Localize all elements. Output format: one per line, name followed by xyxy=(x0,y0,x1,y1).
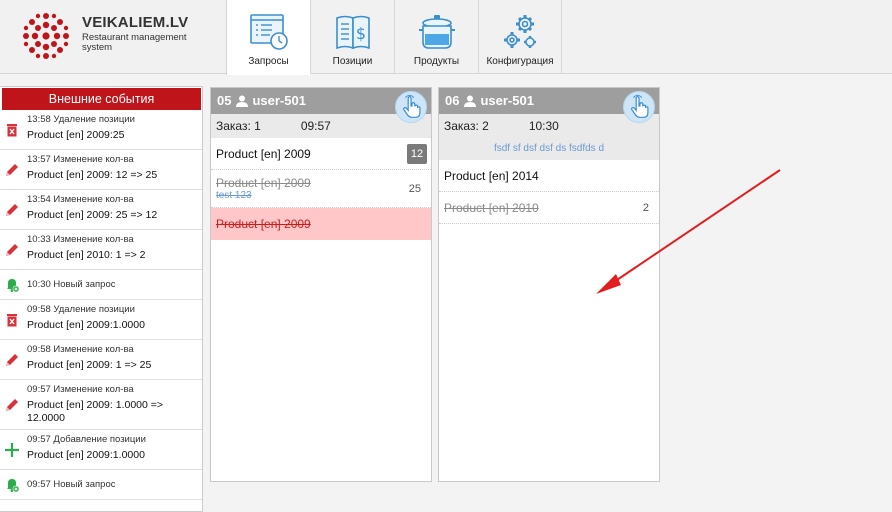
item-name: Product [en] 2009 xyxy=(216,176,311,190)
item-comment: test 123 xyxy=(216,190,252,201)
user-name: user-501 xyxy=(480,93,534,108)
event-body: Product [en] 2009:1.0000 xyxy=(27,449,145,461)
brand-subtitle: Restaurant management system xyxy=(82,32,187,53)
item-name: Product [en] 2014 xyxy=(444,168,539,183)
event-body: Product [en] 2009: 12 => 25 xyxy=(27,169,158,181)
event-body: Product [en] 2010: 1 => 2 xyxy=(27,249,146,261)
sidebar-title: Внешние события xyxy=(2,88,201,110)
order-number: Заказ: 2 xyxy=(444,119,489,133)
events-sidebar: Внешние события 13:58 Удаление позиции P… xyxy=(0,86,203,512)
order-card-header: 05 user-501 xyxy=(211,88,431,123)
order-time: 09:57 xyxy=(300,119,331,133)
order-item[interactable]: Product [en] 2010 2 xyxy=(439,192,659,224)
event-head: 09:57 Добавление позиции xyxy=(27,434,146,445)
event-item: 09:58 Изменение кол-ва Product [en] 2009… xyxy=(0,340,202,380)
requests-icon xyxy=(249,14,288,50)
main-nav: Запросы $ Позиции Продукты Конфигурация xyxy=(226,0,562,75)
nav-tab-label: Запросы xyxy=(248,56,289,67)
event-head: 09:58 Удаление позиции xyxy=(27,304,135,315)
event-item: 09:58 Удаление позиции Product [en] 2009… xyxy=(0,300,202,340)
order-item[interactable]: Product [en] 2009 xyxy=(211,208,431,240)
event-item: 09:57 Добавление позиции Product [en] 20… xyxy=(0,430,202,470)
event-item: 13:54 Изменение кол-ва Product [en] 2009… xyxy=(0,190,202,230)
pencil-icon xyxy=(6,203,18,216)
event-head: 13:57 Изменение кол-ва xyxy=(27,154,134,165)
event-body: Product [en] 2009: 25 => 12 xyxy=(27,209,158,221)
event-body: Product [en] 2009: 1.0000 => 12.0000 xyxy=(27,399,164,424)
event-body: Product [en] 2009:25 xyxy=(27,129,125,141)
event-head: 09:57 Новый запрос xyxy=(27,478,116,490)
cooking-pot-icon xyxy=(418,15,455,49)
delete-icon xyxy=(7,123,17,136)
pencil-icon xyxy=(6,163,18,176)
user-icon xyxy=(464,95,477,107)
event-item: 13:58 Удаление позиции Product [en] 2009… xyxy=(0,110,202,150)
event-item: 13:57 Изменение кол-ва Product [en] 2009… xyxy=(0,150,202,190)
bell-add-icon xyxy=(7,478,20,492)
event-head: 10:30 Новый запрос xyxy=(27,278,116,290)
table-number: 05 xyxy=(217,93,232,108)
nav-tab-label: Конфигурация xyxy=(486,56,554,67)
nav-tab-label: Позиции xyxy=(332,56,373,67)
take-order-button[interactable] xyxy=(395,91,427,123)
pencil-icon xyxy=(6,398,18,411)
item-name: Product [en] 2009 xyxy=(216,146,311,161)
event-item: 10:33 Изменение кол-ва Product [en] 2010… xyxy=(0,230,202,270)
item-name: Product [en] 2009 xyxy=(216,217,311,231)
item-quantity: 25 xyxy=(408,182,421,195)
hand-pointer-icon xyxy=(402,94,421,118)
logo-icon xyxy=(23,13,69,59)
menu-price-icon: $ xyxy=(335,15,370,50)
user-icon xyxy=(236,95,249,107)
event-head: 13:54 Изменение кол-ва xyxy=(27,194,134,205)
gears-icon xyxy=(504,15,536,48)
table-number: 06 xyxy=(445,93,460,108)
app-header: VEIKALIEM.LV Restaurant management syste… xyxy=(0,0,892,75)
event-body: Product [en] 2009: 1 => 25 xyxy=(27,359,152,371)
order-note: fsdf sf dsf dsf ds fsdfds d xyxy=(439,138,659,160)
delete-icon xyxy=(7,313,17,326)
plus-icon xyxy=(5,442,19,457)
event-head: 09:58 Изменение кол-ва xyxy=(27,344,134,355)
pencil-icon xyxy=(6,353,18,366)
event-head: 09:57 Изменение кол-ва xyxy=(27,384,134,395)
bell-add-icon xyxy=(7,278,20,292)
nav-tab-items[interactable]: $ Позиции xyxy=(310,0,394,74)
user-name: user-501 xyxy=(252,93,306,108)
event-head: 10:33 Изменение кол-ва xyxy=(27,234,134,245)
brand-title: VEIKALIEM.LV xyxy=(82,14,189,31)
nav-tab-configuration[interactable]: Конфигурация xyxy=(478,0,562,74)
pencil-icon xyxy=(6,243,18,256)
order-item[interactable]: Product [en] 2014 xyxy=(439,160,659,192)
order-card: 05 user-501 Заказ: 1 09:57 Product [en] … xyxy=(210,87,432,482)
event-item: 09:57 Изменение кол-ва Product [en] 2009… xyxy=(0,380,202,430)
hand-pointer-icon xyxy=(630,94,649,118)
order-item[interactable]: Product [en] 2009 test 123 25 xyxy=(211,170,431,208)
order-card-header: 06 user-501 xyxy=(439,88,659,123)
event-item: 09:57 Новый запрос xyxy=(0,470,202,500)
order-card: 06 user-501 Заказ: 2 10:30 fsdf sf dsf d… xyxy=(438,87,660,482)
take-order-button[interactable] xyxy=(623,91,655,123)
nav-tab-products[interactable]: Продукты xyxy=(394,0,478,74)
item-quantity: 2 xyxy=(642,201,649,214)
nav-tab-requests[interactable]: Запросы xyxy=(226,0,310,75)
event-body: Product [en] 2009:1.0000 xyxy=(27,319,145,331)
item-name: Product [en] 2010 xyxy=(444,200,539,215)
order-item[interactable]: Product [en] 2009 12 xyxy=(211,138,431,170)
svg-text:$: $ xyxy=(355,24,365,43)
item-quantity-badge: 12 xyxy=(407,143,427,164)
order-number: Заказ: 1 xyxy=(216,119,261,133)
nav-tab-label: Продукты xyxy=(413,56,460,67)
brand: VEIKALIEM.LV Restaurant management syste… xyxy=(82,14,202,53)
event-item: 10:30 Новый запрос xyxy=(0,270,202,300)
event-head: 13:58 Удаление позиции xyxy=(27,114,135,125)
order-time: 10:30 xyxy=(528,119,559,133)
